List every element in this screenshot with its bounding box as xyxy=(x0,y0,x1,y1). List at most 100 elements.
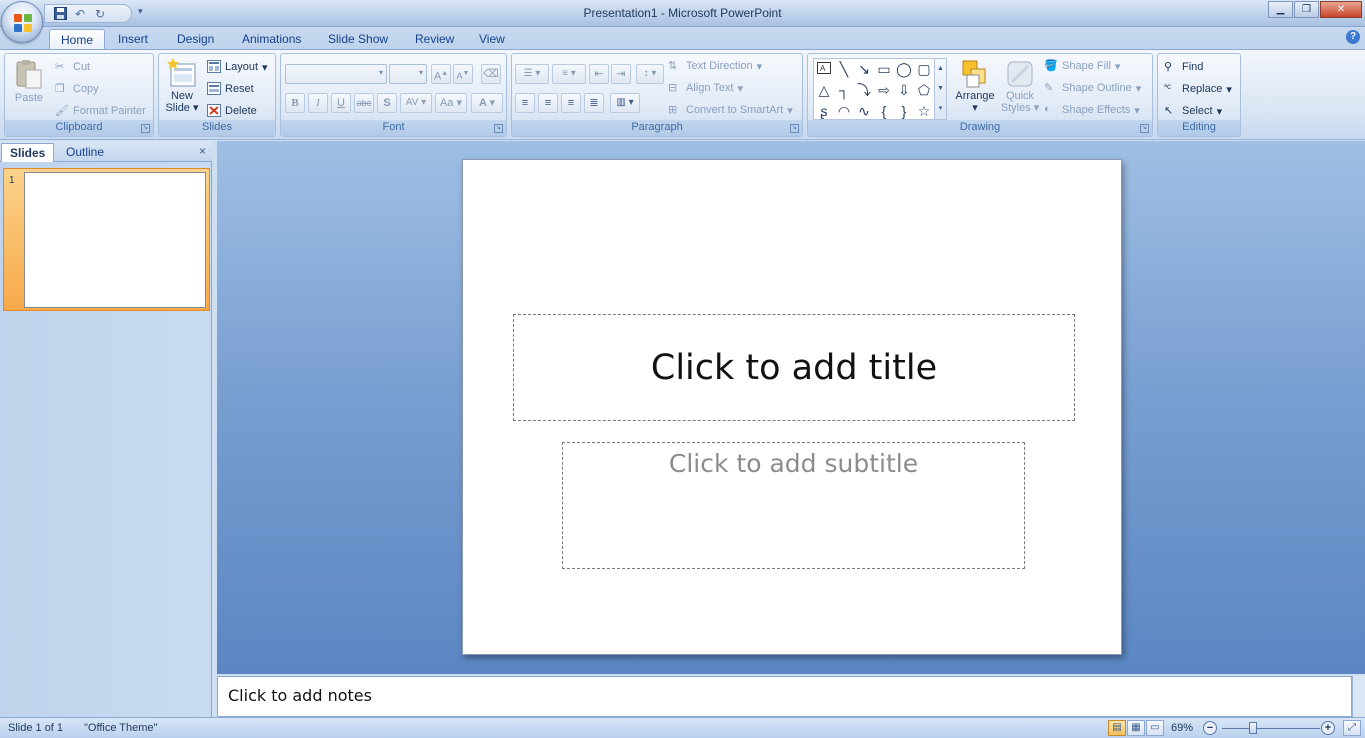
slide-thumbnail[interactable] xyxy=(24,172,206,308)
strikethrough-button[interactable]: abc xyxy=(354,93,374,113)
chevron-down-icon: ▾ xyxy=(737,82,744,95)
slide-canvas[interactable]: Click to add title Click to add subtitle xyxy=(462,159,1122,655)
format-painter-button[interactable]: 🖌 Format Painter xyxy=(55,104,146,118)
oval-shape-icon[interactable]: ◯ xyxy=(896,61,912,77)
decrease-indent-icon[interactable]: ⇤ xyxy=(589,64,609,84)
slide-thumbnail-item[interactable]: 1 xyxy=(3,168,210,311)
zoom-slider-thumb[interactable] xyxy=(1249,722,1257,734)
right-arrow-shape-icon[interactable]: ⇨ xyxy=(876,82,892,98)
find-button[interactable]: ⚲ Find xyxy=(1164,60,1203,74)
zoom-out-icon[interactable]: − xyxy=(1203,721,1217,735)
tab-animations[interactable]: Animations xyxy=(231,29,312,50)
title-bar: ↶ ↻ ▾ Presentation1 - Microsoft PowerPoi… xyxy=(0,0,1365,27)
align-text-button[interactable]: ⊟ Align Text ▾ xyxy=(668,81,743,95)
zoom-level[interactable]: 69% xyxy=(1171,722,1193,734)
columns-button[interactable]: ▥ ▾ xyxy=(610,93,640,113)
office-button[interactable] xyxy=(1,1,43,43)
slide-sorter-view-icon[interactable]: ▦ xyxy=(1127,720,1145,736)
fit-to-window-icon[interactable]: ⤢ xyxy=(1343,720,1361,736)
font-launcher-icon[interactable]: ↘ xyxy=(494,124,503,133)
freeform-shape-icon[interactable]: ⬠ xyxy=(916,82,932,98)
paragraph-launcher-icon[interactable]: ↘ xyxy=(790,124,799,133)
replace-button[interactable]: ᵃc Replace ▾ xyxy=(1164,82,1232,96)
arc-shape-icon[interactable]: ◠ xyxy=(836,103,852,119)
clipboard-launcher-icon[interactable]: ↘ xyxy=(141,124,150,133)
slides-pane-tabs: Slides Outline × xyxy=(0,141,212,162)
subtitle-placeholder[interactable]: Click to add subtitle xyxy=(562,442,1025,569)
maximize-button[interactable]: ❐ xyxy=(1294,1,1319,18)
down-arrow-shape-icon[interactable]: ⇩ xyxy=(896,82,912,98)
zoom-slider-track[interactable] xyxy=(1222,728,1320,729)
close-button[interactable]: ✕ xyxy=(1320,1,1362,18)
tab-outline[interactable]: Outline xyxy=(58,143,112,162)
underline-button[interactable]: U xyxy=(331,93,351,113)
rectangle-shape-icon[interactable]: ▭ xyxy=(876,61,892,77)
tab-review[interactable]: Review xyxy=(404,29,465,50)
zoom-in-icon[interactable]: + xyxy=(1321,721,1335,735)
paste-button[interactable]: Paste xyxy=(11,58,47,104)
elbow-arrow-shape-icon[interactable]: ⤵ xyxy=(856,82,872,98)
notes-scrollbar[interactable] xyxy=(1352,676,1365,717)
scribble-shape-icon[interactable]: ʂ xyxy=(816,103,832,119)
layout-button[interactable]: Layout ▾ xyxy=(207,60,268,74)
tab-slides[interactable]: Slides xyxy=(1,143,55,162)
bold-button[interactable]: B xyxy=(285,93,305,113)
textbox-shape-icon[interactable]: A xyxy=(816,61,832,77)
slide-show-view-icon[interactable]: ▭ xyxy=(1146,720,1164,736)
italic-button[interactable]: I xyxy=(308,93,328,113)
character-spacing-button[interactable]: AV ▾ xyxy=(400,93,432,113)
convert-smartart-button[interactable]: ⊞ Convert to SmartArt ▾ xyxy=(668,103,793,117)
tab-home[interactable]: Home xyxy=(49,29,106,50)
shape-fill-button[interactable]: 🪣 Shape Fill ▾ xyxy=(1044,59,1120,73)
bullets-button[interactable]: ☰ ▾ xyxy=(515,64,549,84)
close-pane-icon[interactable]: × xyxy=(199,144,206,158)
shapes-gallery-scroll[interactable]: ▲ ▼ ▾ xyxy=(934,58,947,120)
numbering-button[interactable]: ≡ ▾ xyxy=(552,64,586,84)
quick-styles-button[interactable]: Quick Styles ▾ xyxy=(1001,58,1039,114)
notes-pane[interactable]: Click to add notes xyxy=(217,676,1352,717)
justify-icon[interactable]: ≣ xyxy=(584,93,604,113)
tab-view[interactable]: View xyxy=(468,29,516,50)
reset-icon xyxy=(207,82,221,96)
increase-indent-icon[interactable]: ⇥ xyxy=(611,64,631,84)
triangle-shape-icon[interactable]: △ xyxy=(816,82,832,98)
normal-view-icon[interactable]: ▤ xyxy=(1108,720,1126,736)
rounded-rectangle-shape-icon[interactable]: ▢ xyxy=(916,61,932,77)
arrange-button[interactable]: Arrange ▾ xyxy=(954,58,996,114)
new-slide-button[interactable]: New Slide ▾ xyxy=(164,58,200,114)
elbow-connector-shape-icon[interactable]: ┐ xyxy=(836,82,852,98)
font-size-combo[interactable] xyxy=(389,64,427,84)
star-shape-icon[interactable]: ☆ xyxy=(916,103,932,119)
select-button[interactable]: ↖ Select ▾ xyxy=(1164,104,1222,118)
align-center-icon[interactable]: ≡ xyxy=(538,93,558,113)
font-name-combo[interactable] xyxy=(285,64,387,84)
change-case-button[interactable]: Aa ▾ xyxy=(435,93,467,113)
title-placeholder[interactable]: Click to add title xyxy=(513,314,1075,421)
help-icon[interactable]: ? xyxy=(1346,30,1360,44)
tab-insert[interactable]: Insert xyxy=(107,29,159,50)
cut-button[interactable]: ✂ Cut xyxy=(55,60,90,74)
align-left-icon[interactable]: ≡ xyxy=(515,93,535,113)
text-direction-button[interactable]: ⇅ Text Direction ▾ xyxy=(668,59,762,73)
shape-outline-button[interactable]: ✎ Shape Outline ▾ xyxy=(1044,81,1141,95)
line-spacing-button[interactable]: ↕ ▾ xyxy=(636,64,664,84)
shape-effects-button[interactable]: ◐ Shape Effects ▾ xyxy=(1044,103,1140,117)
curve-shape-icon[interactable]: ∿ xyxy=(856,103,872,119)
tab-slide-show[interactable]: Slide Show xyxy=(317,29,399,50)
delete-button[interactable]: Delete xyxy=(207,104,257,118)
drawing-launcher-icon[interactable]: ↘ xyxy=(1140,124,1149,133)
align-right-icon[interactable]: ≡ xyxy=(561,93,581,113)
minimize-button[interactable]: ▁ xyxy=(1268,1,1293,18)
tab-design[interactable]: Design xyxy=(166,29,225,50)
left-brace-shape-icon[interactable]: { xyxy=(876,103,892,119)
reset-button[interactable]: Reset xyxy=(207,82,254,96)
grow-font-button[interactable]: A▲ xyxy=(431,64,451,84)
shadow-button[interactable]: S xyxy=(377,93,397,113)
copy-button[interactable]: ❐ Copy xyxy=(55,82,99,96)
right-brace-shape-icon[interactable]: } xyxy=(896,103,912,119)
clear-formatting-icon[interactable]: ⌫ xyxy=(481,64,501,84)
arrow-line-shape-icon[interactable]: ↘ xyxy=(856,61,872,77)
line-shape-icon[interactable]: ╲ xyxy=(836,61,852,77)
font-color-button[interactable]: A ▾ xyxy=(471,93,503,113)
shrink-font-button[interactable]: A▼ xyxy=(453,64,473,84)
